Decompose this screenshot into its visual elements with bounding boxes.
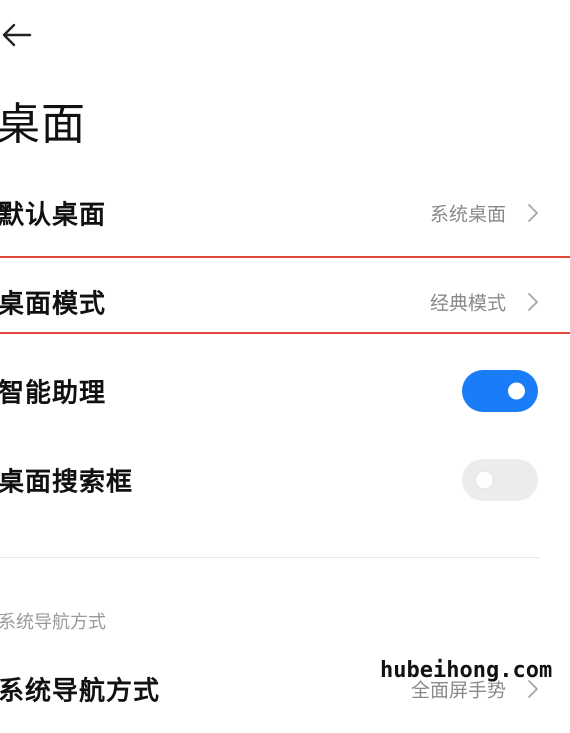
toggle-knob [475,470,494,490]
back-button[interactable] [0,18,40,52]
settings-row-launcher-mode[interactable]: 桌面模式 经典模式 [0,258,570,346]
row-label: 桌面模式 [0,289,107,320]
settings-row-default-launcher[interactable]: 默认桌面 系统桌面 [0,169,570,257]
smart-assistant-toggle[interactable] [462,370,538,412]
settings-row-search-bar[interactable]: 桌面搜索框 [0,436,570,524]
section-title: 系统导航方式 [0,612,106,633]
section-divider [0,557,540,558]
search-bar-toggle[interactable] [462,459,538,501]
row-value: 经典模式 [429,292,506,315]
row-value: 系统桌面 [429,203,506,226]
row-label: 系统导航方式 [0,676,161,707]
arrow-left-icon [2,23,32,47]
watermark-text: hubeihong.com [380,658,553,683]
settings-row-smart-assistant[interactable]: 智能助理 [0,347,570,435]
toggle-knob [508,382,525,400]
page-title: 桌面 [0,99,86,150]
chevron-right-icon [528,204,538,222]
chevron-right-icon [528,293,538,311]
row-label: 桌面搜索框 [0,467,134,498]
row-label: 智能助理 [0,378,107,409]
row-label: 默认桌面 [0,200,107,231]
